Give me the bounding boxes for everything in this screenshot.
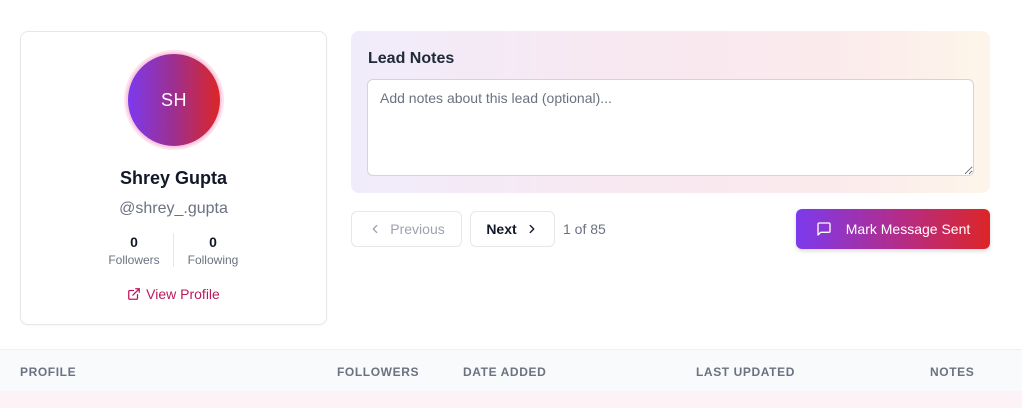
column-header-last-updated[interactable]: LAST UPDATED <box>696 365 795 379</box>
avatar-initials: SH <box>160 89 187 110</box>
table-row[interactable] <box>0 391 1022 408</box>
column-header-followers[interactable]: FOLLOWERS <box>337 365 419 379</box>
followers-count: 0 <box>130 234 138 250</box>
view-profile-label: View Profile <box>146 286 220 302</box>
mark-message-sent-label: Mark Message Sent <box>845 221 971 237</box>
mark-message-sent-button[interactable]: Mark Message Sent <box>796 209 990 249</box>
following-count: 0 <box>209 234 217 250</box>
page-count: 1 of 85 <box>563 221 606 237</box>
followers-stat: 0 Followers <box>95 233 173 269</box>
page: SH Shrey Gupta @shrey_.gupta 0 Followers… <box>0 0 1022 408</box>
column-header-profile[interactable]: PROFILE <box>20 365 76 379</box>
profile-name: Shrey Gupta <box>119 168 228 188</box>
next-button[interactable]: Next <box>470 211 555 247</box>
avatar: SH <box>126 52 222 148</box>
chevron-left-icon <box>372 224 378 234</box>
chevron-right-icon <box>529 224 535 234</box>
previous-button[interactable]: Previous <box>351 211 462 247</box>
lead-notes-title: Lead Notes <box>368 50 455 67</box>
next-label: Next <box>486 221 517 237</box>
view-profile-link[interactable]: View Profile <box>21 286 326 302</box>
table-header: PROFILE FOLLOWERS DATE ADDED LAST UPDATE… <box>0 349 1022 391</box>
message-square-icon <box>817 222 831 236</box>
lead-notes-panel: Lead Notes <box>351 31 990 193</box>
following-stat: 0 Following <box>174 233 252 269</box>
previous-label: Previous <box>390 221 445 237</box>
external-link-icon <box>128 288 141 300</box>
column-header-date-added[interactable]: DATE ADDED <box>463 365 546 379</box>
profile-stats: 0 Followers 0 Following <box>21 233 326 269</box>
lead-notes-textarea[interactable] <box>367 79 974 176</box>
column-header-notes[interactable]: NOTES <box>930 365 974 379</box>
following-label: Following <box>187 253 239 267</box>
profile-handle: @shrey_.gupta <box>119 200 228 217</box>
profile-card: SH Shrey Gupta @shrey_.gupta 0 Followers… <box>20 31 327 325</box>
followers-label: Followers <box>108 253 160 267</box>
